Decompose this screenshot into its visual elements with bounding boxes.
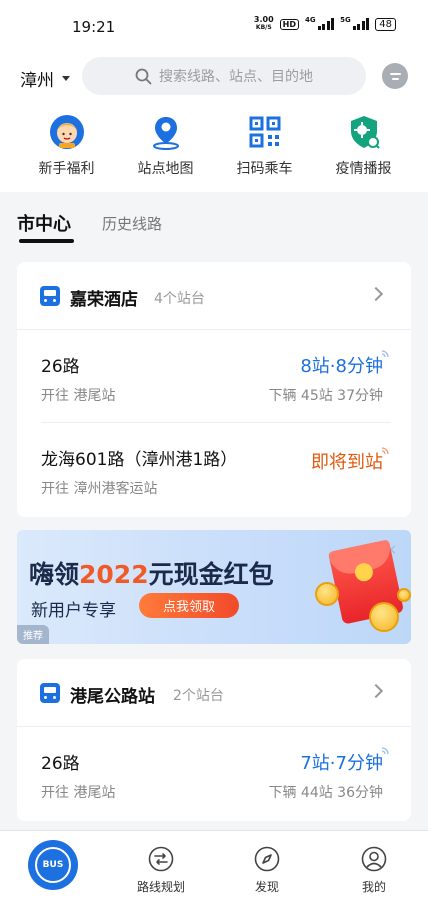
nav-route-plan[interactable]: 路线规划 bbox=[131, 846, 191, 895]
next-bus-info: 下辆 44站 36分钟 bbox=[268, 785, 383, 801]
route-eta-arriving: 即将到站 bbox=[311, 452, 383, 473]
route-eta: 7站·7分钟 bbox=[300, 753, 383, 774]
nav-profile[interactable]: 我的 bbox=[344, 846, 404, 895]
stop-card-header[interactable]: 嘉荣酒店 4个站台 bbox=[17, 262, 411, 330]
city-name: 漳州 bbox=[20, 71, 54, 91]
status-bar: 19:21 3.00 KB/S HD 4G 5G 48 bbox=[0, 0, 428, 50]
qr-code-icon bbox=[249, 116, 280, 148]
message-icon[interactable] bbox=[382, 63, 408, 89]
quick-actions: 新手福利 站点地图 扫码乘车 疫情播报 bbox=[0, 114, 428, 178]
banner-title: 嗨领2022元现金红包 bbox=[29, 560, 274, 589]
stop-card-header[interactable]: 港尾公路站 2个站台 bbox=[17, 659, 411, 727]
coin-icon bbox=[315, 582, 339, 606]
nav-label: 路线规划 bbox=[136, 880, 185, 894]
realtime-signal-icon bbox=[381, 447, 389, 455]
recommend-tag: 推荐 bbox=[17, 625, 49, 644]
route-name: 26路 bbox=[41, 357, 80, 377]
route-direction: 开往 港尾站 bbox=[41, 785, 116, 801]
compass-icon bbox=[254, 846, 280, 872]
search-icon bbox=[135, 68, 152, 85]
next-bus-info: 下辆 45站 37分钟 bbox=[268, 388, 383, 404]
active-tab-indicator bbox=[19, 239, 74, 243]
status-time: 19:21 bbox=[72, 18, 116, 36]
status-icons: 3.00 KB/S HD 4G 5G 48 bbox=[254, 16, 396, 32]
virus-shield-icon bbox=[350, 116, 380, 149]
bus-icon: BUS bbox=[35, 847, 71, 883]
signal-bars-icon bbox=[352, 18, 370, 30]
route-row[interactable]: 26路 开往 港尾站 7站·7分钟 下辆 44站 36分钟 bbox=[41, 727, 391, 820]
stop-name: 嘉荣酒店 bbox=[70, 290, 138, 310]
bus-stop-icon bbox=[40, 683, 60, 703]
route-row[interactable]: 龙海601路（漳州港1路） 开往 漳州港客运站 即将到站 bbox=[41, 423, 391, 516]
quick-action-label: 扫码乘车 bbox=[236, 161, 293, 177]
city-selector[interactable]: 漳州 bbox=[20, 66, 70, 91]
battery-icon: 48 bbox=[375, 17, 396, 31]
nav-label: 我的 bbox=[361, 880, 386, 894]
network-4g-label: 4G bbox=[305, 16, 316, 24]
platform-count: 4个站台 bbox=[154, 291, 205, 307]
chevron-right-icon bbox=[368, 286, 384, 302]
net-speed: 3.00 KB/S bbox=[253, 15, 274, 32]
platform-count: 2个站台 bbox=[173, 688, 224, 704]
realtime-signal-icon bbox=[381, 350, 389, 358]
map-pin-icon bbox=[152, 117, 179, 150]
quick-action-epidemic-report[interactable]: 疫情播报 bbox=[314, 114, 413, 178]
newbie-gift-icon bbox=[49, 115, 84, 149]
quick-action-label: 疫情播报 bbox=[335, 161, 392, 177]
quick-action-scan-ride[interactable]: 扫码乘车 bbox=[215, 114, 314, 178]
stop-card: 港尾公路站 2个站台 26路 开往 港尾站 7站·7分钟 下辆 44站 36分钟 bbox=[17, 659, 411, 821]
stop-card: 嘉荣酒店 4个站台 26路 开往 港尾站 8站·8分钟 下辆 45站 37分钟 … bbox=[17, 262, 411, 517]
profile-icon bbox=[361, 846, 387, 872]
route-name: 26路 bbox=[41, 754, 80, 774]
home-bus-button[interactable]: BUS bbox=[28, 840, 78, 890]
bus-stop-icon bbox=[40, 286, 60, 306]
route-row[interactable]: 26路 开往 港尾站 8站·8分钟 下辆 45站 37分钟 bbox=[41, 330, 391, 423]
route-direction: 开往 港尾站 bbox=[41, 388, 116, 404]
signal-bars-icon bbox=[317, 18, 335, 30]
line-tabs: 市中心 历史线路 bbox=[0, 192, 428, 243]
realtime-signal-icon bbox=[381, 747, 389, 755]
top-section: 19:21 3.00 KB/S HD 4G 5G 48 漳州 搜索线路、站点、目… bbox=[0, 0, 428, 192]
search-placeholder: 搜索线路、站点、目的地 bbox=[159, 69, 313, 85]
route-eta: 8站·8分钟 bbox=[300, 356, 383, 377]
coin-icon bbox=[397, 588, 411, 602]
search-row: 漳州 搜索线路、站点、目的地 bbox=[0, 56, 428, 96]
quick-action-label: 新手福利 bbox=[38, 161, 95, 177]
banner-subtitle: 新用户专享 bbox=[31, 601, 116, 621]
chevron-down-icon bbox=[62, 76, 70, 81]
hd-icon: HD bbox=[279, 18, 300, 30]
coin-icon bbox=[369, 602, 399, 632]
nav-label: 发现 bbox=[254, 880, 279, 894]
tab-history-lines[interactable]: 历史线路 bbox=[102, 213, 162, 234]
nav-discover[interactable]: 发现 bbox=[237, 846, 297, 895]
quick-action-stop-map[interactable]: 站点地图 bbox=[116, 114, 215, 178]
chevron-right-icon bbox=[368, 683, 384, 699]
network-5g-label: 5G bbox=[340, 16, 351, 24]
stop-name: 港尾公路站 bbox=[70, 687, 155, 707]
quick-action-newbie-gift[interactable]: 新手福利 bbox=[17, 114, 116, 178]
claim-button[interactable]: 点我领取 bbox=[139, 593, 239, 618]
quick-action-label: 站点地图 bbox=[137, 161, 194, 177]
route-name: 龙海601路（漳州港1路） bbox=[41, 450, 238, 470]
search-input[interactable]: 搜索线路、站点、目的地 bbox=[82, 57, 366, 95]
bottom-tab-bar: BUS 路线规划 发现 我的 bbox=[0, 830, 428, 898]
tab-city-center[interactable]: 市中心 bbox=[17, 210, 71, 236]
promo-banner[interactable]: 嗨领2022元现金红包 新用户专享 点我领取 推荐 × bbox=[17, 530, 411, 644]
route-direction: 开往 漳州港客运站 bbox=[41, 481, 158, 497]
route-plan-icon bbox=[148, 846, 174, 872]
